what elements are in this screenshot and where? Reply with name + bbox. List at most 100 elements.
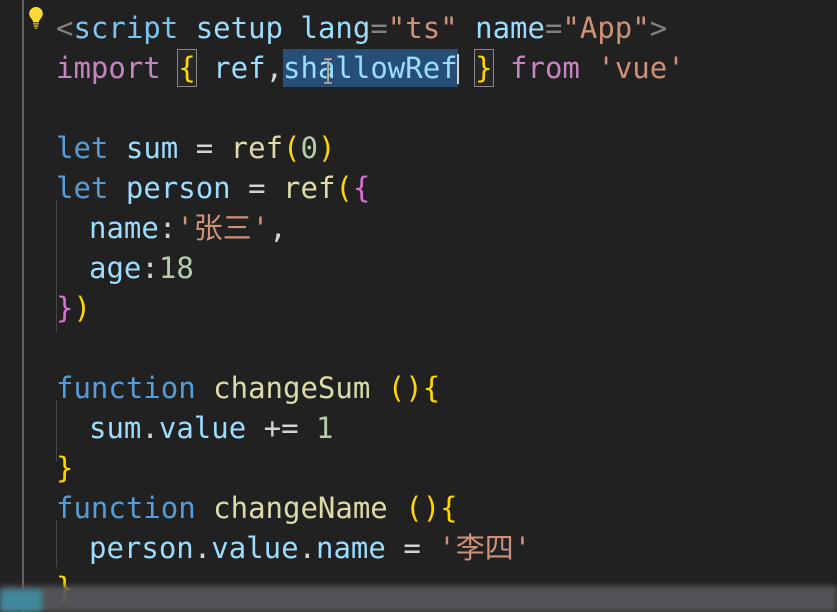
code-line[interactable]: age:18 [0,248,837,288]
code-token: : [158,211,177,245]
code-line[interactable]: function changeSum (){ [0,368,837,408]
code-token: sum [89,411,142,445]
code-token: ref [283,171,336,205]
code-token: 'vue' [597,51,685,85]
code-editor[interactable]: <script setup lang="ts" name="App"> impor… [0,0,837,612]
code-token: < [56,11,74,45]
code-line[interactable]: function changeName (){ [0,488,837,528]
code-token: = [370,11,388,45]
code-token: . [298,531,317,565]
code-token: ) [73,291,91,325]
code-token: ( [387,371,406,405]
code-token: person [89,531,194,565]
code-line[interactable]: let person = ref({ [0,168,837,208]
code-token: name [475,11,545,45]
code-token: ) [405,371,423,405]
code-token: let [56,171,109,205]
code-token: 18 [158,251,194,285]
code-token: from [510,51,580,85]
code-token: function [56,491,196,525]
code-token: } [56,571,74,605]
code-token: { [422,371,441,405]
code-token: } [56,291,74,325]
code-token: > [649,11,668,45]
code-token: age [89,251,142,285]
code-content[interactable]: <script setup lang="ts" name="App"> impor… [0,0,837,612]
code-token: '李四' [438,531,532,565]
code-token: = [544,11,563,45]
code-token: function [56,371,196,405]
code-token: ) [422,491,441,525]
code-token: { [440,491,458,525]
bracket-match-token: { [177,49,197,87]
code-token: = [248,171,266,205]
code-token: changeName [213,491,388,525]
code-line[interactable]: person.value.name = '李四' [0,528,837,568]
code-token: } [56,451,74,485]
code-token: ( [283,131,301,165]
code-line[interactable]: } [0,568,837,608]
code-token: ( [405,491,423,525]
code-token: . [141,411,159,445]
code-token: name [89,211,159,245]
code-token: value [211,531,299,565]
code-token: script [73,11,179,45]
code-line[interactable]: sum.value += 1 [0,408,837,448]
code-token: "App" [562,11,650,45]
code-token: sum [125,131,179,165]
code-token: += [263,411,299,445]
code-token: lang [300,11,371,45]
code-token: = [195,131,214,165]
code-token: 0 [300,131,318,165]
code-line[interactable]: let sum = ref(0) [0,128,837,168]
code-line[interactable]: }) [0,288,837,328]
code-line[interactable] [0,88,837,128]
code-token: ref [213,51,266,85]
code-token: { [352,171,371,205]
code-token: , [265,51,284,85]
code-token: let [56,131,109,165]
code-token: '张三' [176,211,270,245]
code-line[interactable]: import { ref,shallowRef } from 'vue' [0,48,837,88]
code-token: 1 [316,411,334,445]
code-line[interactable] [0,328,837,368]
code-token: ref [230,131,284,165]
code-token: : [141,251,159,285]
code-token: changeSum [213,371,371,405]
code-token: . [193,531,212,565]
code-token: , [269,211,287,245]
code-token: ) [317,131,336,165]
selected-token: shallowRef [283,49,458,87]
code-line[interactable]: name:'张三', [0,208,837,248]
code-line[interactable]: } [0,448,837,488]
code-token: name [316,531,386,565]
bracket-match-token: } [474,49,494,87]
code-token: value [158,411,247,445]
code-token: import [56,51,161,85]
code-token: "ts" [387,11,458,45]
code-line[interactable]: <script setup lang="ts" name="App"> [0,8,837,48]
code-token: ( [335,171,353,205]
